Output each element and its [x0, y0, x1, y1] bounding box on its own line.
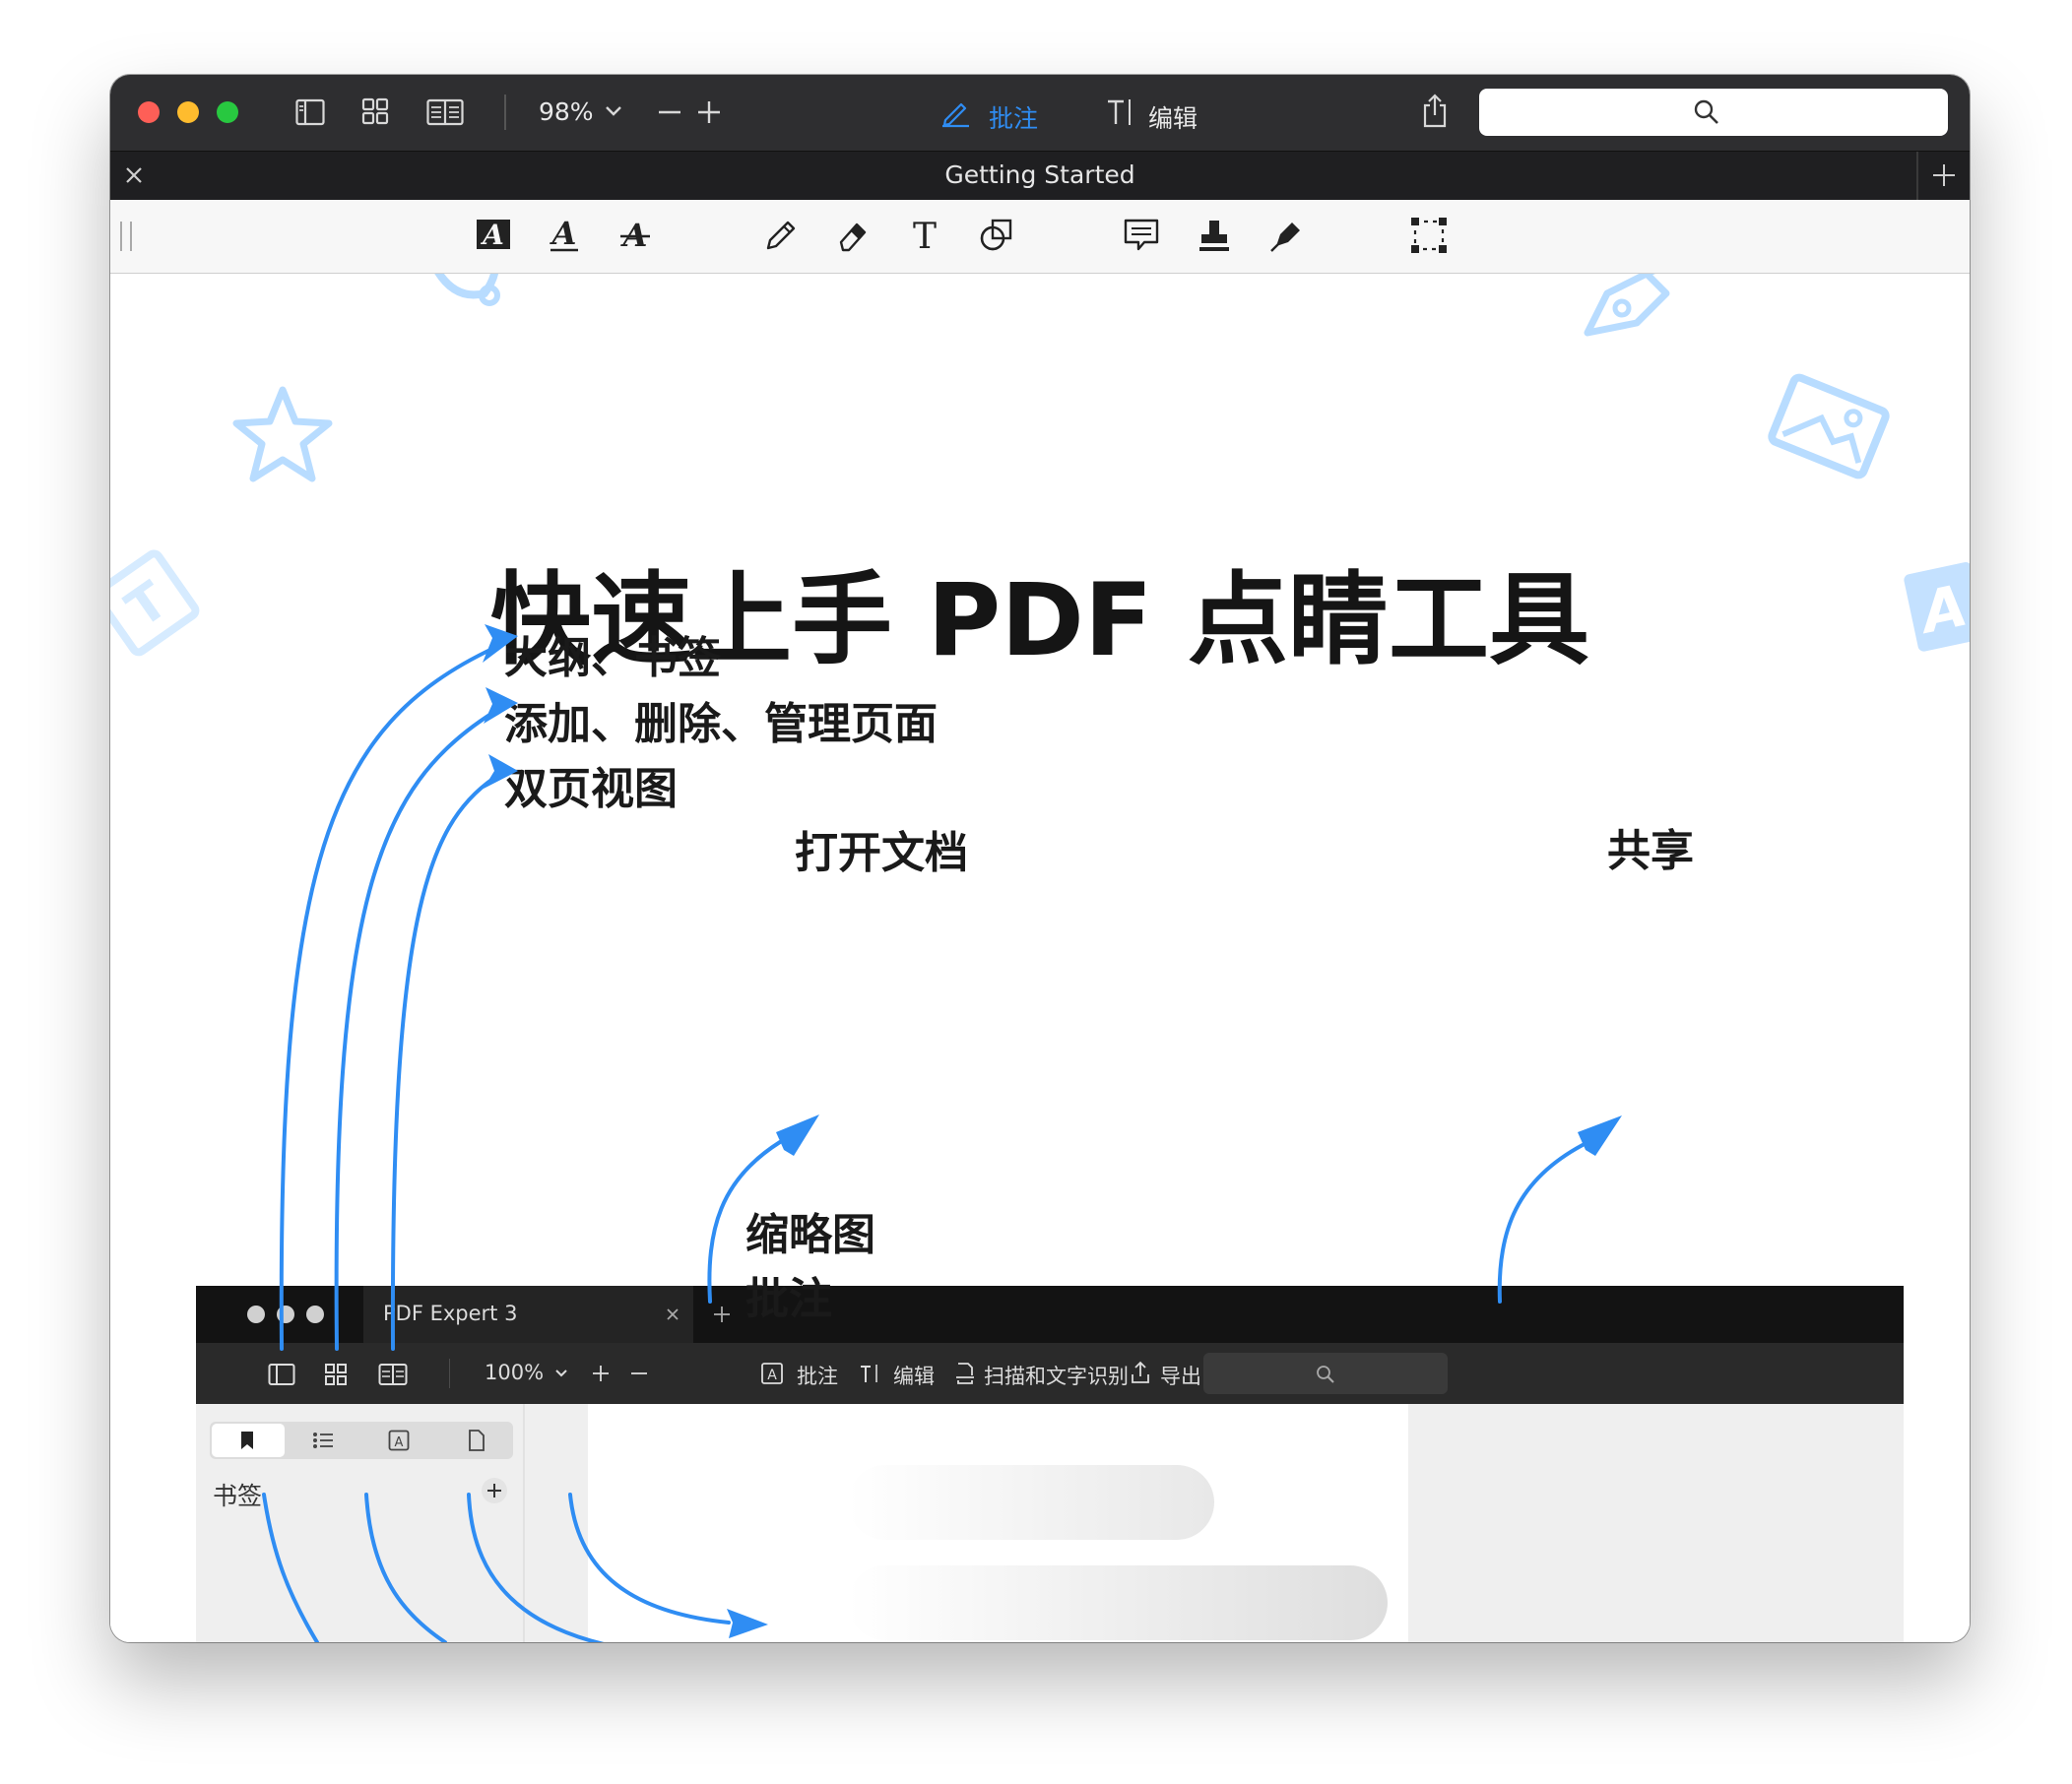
search-icon: [1694, 99, 1718, 124]
zoom-in-icon[interactable]: [697, 100, 721, 124]
signature-pen-icon[interactable]: [1268, 217, 1306, 254]
annotate-mode-tab[interactable]: 批注: [939, 93, 1048, 133]
eraser-icon[interactable]: [835, 217, 871, 254]
edit-mode-tab[interactable]: 编辑: [1105, 93, 1213, 133]
tab-title[interactable]: Getting Started: [110, 160, 1970, 189]
shapes-icon[interactable]: [979, 217, 1016, 254]
selection-area-icon[interactable]: [1410, 217, 1448, 254]
stamp-icon[interactable]: [1197, 217, 1232, 254]
zoom-window-button[interactable]: [217, 101, 238, 123]
svg-text:T: T: [913, 217, 937, 254]
toolbar-divider: [504, 95, 506, 130]
edit-mode-label: 编辑: [1148, 104, 1198, 133]
app-window: 98% 批注 编辑 Getting Started A A A T T A 快速…: [110, 75, 1970, 1642]
drag-handle[interactable]: [120, 222, 132, 251]
highlight-text-icon[interactable]: A: [475, 217, 512, 252]
strikethrough-text-icon[interactable]: A: [618, 217, 652, 254]
text-tool-icon[interactable]: T: [908, 217, 941, 254]
main-toolbar: 98% 批注 编辑: [110, 75, 1970, 151]
sidebar-toggle-icon[interactable]: [295, 98, 325, 126]
chevron-down-icon[interactable]: [605, 105, 622, 117]
svg-text:A: A: [550, 217, 577, 252]
pdf-page: T A 快速上手 PDF 点睛工具 大纲、书签 添加、删除、管理页面 双页视图 …: [110, 274, 1970, 1642]
share-icon[interactable]: [1420, 94, 1450, 129]
annotate-mode-label: 批注: [989, 104, 1039, 133]
comment-icon[interactable]: [1123, 217, 1160, 254]
page-grid-icon[interactable]: [361, 97, 389, 125]
minimize-window-button[interactable]: [177, 101, 199, 123]
text-cursor-icon: [1108, 99, 1131, 125]
underline-text-icon[interactable]: A: [548, 217, 581, 254]
pen-icon: [942, 102, 969, 128]
tab-divider: [1916, 152, 1918, 201]
zoom-out-icon[interactable]: [658, 102, 681, 122]
document-tab-bar: Getting Started: [110, 151, 1970, 201]
two-page-view-icon[interactable]: [426, 98, 464, 126]
callout-arrows: [262, 624, 1622, 1642]
zoom-level[interactable]: 98%: [539, 97, 594, 126]
search-input[interactable]: [1479, 89, 1948, 136]
svg-text:A: A: [480, 219, 504, 251]
new-tab-icon[interactable]: [1932, 163, 1956, 187]
pencil-icon[interactable]: [762, 217, 798, 254]
annotation-toolbar: A A A T: [110, 200, 1970, 274]
close-window-button[interactable]: [138, 101, 160, 123]
